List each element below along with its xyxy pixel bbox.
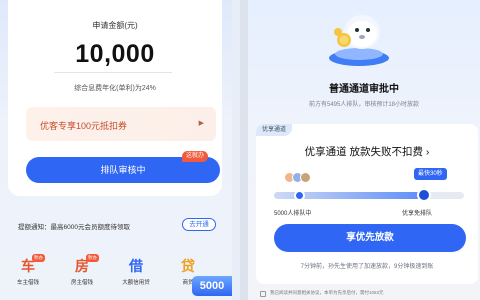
apply-amount-value: 10,000 [75,40,155,68]
agreement-checkbox[interactable] [260,291,266,297]
agreement-row: 我已阅读并同意相关协议，本单为先享后付，需付1053元 [260,290,476,300]
review-status-subtitle: 前方有5495人排队，审核预计18小时放款 [308,102,420,108]
apply-amount-label: 申请金额(元) [92,21,138,30]
loan-apply-card: 申请金额(元) 10,000 综合息费年化(单利)为24% 优客专享100元抵扣… [8,0,222,196]
floating-amount-chip[interactable]: 5000 [192,276,232,296]
review-status-title: 普通通道审批中 [329,84,399,95]
coupon-text: 优客专享100元抵扣券 [40,121,128,131]
loan-item-label: 房主借钱 [70,280,93,286]
loan-item-label: 车主借钱 [16,280,39,286]
loan-item-car[interactable]: 车 秒办 车主借钱 [2,250,54,300]
coupon-banner[interactable]: 优客专享100元抵扣券 ▶ [26,107,216,141]
loan-badge: 秒办 [32,254,45,262]
rate-text: 综合息费年化(单利)为24% [74,85,156,92]
queue-tag-badge: 这就办 [182,151,209,162]
queue-count-label: 5000人排队中 [274,211,312,217]
priority-channel-title[interactable]: 优享通道 放款失败不扣费 › [256,144,478,159]
arrow-right-icon: ▶ [198,120,204,127]
skip-queue-label: 优享免排队 [402,211,433,217]
seal-mascot-icon [329,15,389,66]
business-loan-icon: 贷 [181,258,195,274]
limit-notice-bar: 提额通知：最高6000元会员额度待领取 去开通 [8,216,218,234]
left-screen: 申请金额(元) 10,000 综合息费年化(单利)为24% 优客专享100元抵扣… [0,0,232,300]
queue-position-dot [294,190,305,201]
priority-channel-tag: 优享通道 [256,124,293,136]
loan-item-credit[interactable]: 借 大额信用贷 [110,250,162,300]
notice-text: 提额通知：最高6000元会员额度待领取 [18,224,130,231]
queue-progress: 最快30秒 5000人排队中 优享免排队 [274,168,464,220]
car-loan-icon: 车 [21,258,35,274]
avatar [300,172,311,183]
loan-badge: 秒办 [86,254,99,262]
priority-channel-card: 优享通道 优享通道 放款失败不扣费 › 最快30秒 5000人排队中 优享免排队… [256,124,478,284]
user-avatars [284,172,314,184]
screen-divider [240,0,248,300]
right-screen: 普通通道审批中 前方有5495人排队，审核预计18小时放款 优享通道 优享通道 … [248,0,480,300]
priority-note: 7分钟前，孙先生使用了加速放款，9分钟极速到账 [300,264,434,270]
amount-divider [54,72,172,73]
house-loan-icon: 房 [75,258,89,274]
priority-loan-button[interactable]: 享优先放款 [274,224,466,252]
open-membership-button[interactable]: 去开通 [182,218,216,231]
loan-item-house[interactable]: 房 秒办 房主借钱 [56,250,108,300]
loan-item-label: 大额信用贷 [122,280,150,286]
fastest-badge: 最快30秒 [414,168,447,180]
priority-position-dot [417,188,431,202]
agreement-text: 我已阅读并同意相关协议，本单为先享后付，需付1053元 [270,290,384,295]
credit-loan-icon: 借 [129,258,143,274]
